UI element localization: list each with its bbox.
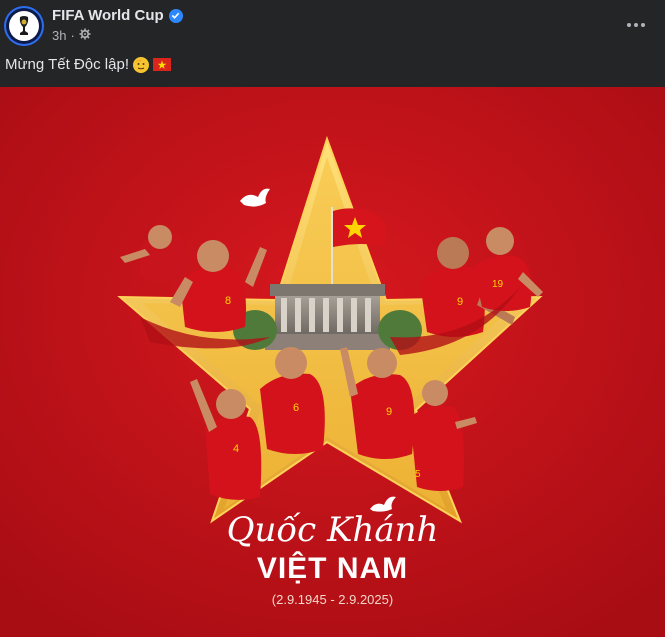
author-name[interactable]: FIFA World Cup xyxy=(52,7,164,24)
svg-text:9: 9 xyxy=(386,406,392,418)
post-time[interactable]: 3h xyxy=(52,28,66,43)
caption-text: Mừng Tết Độc lập! xyxy=(5,56,129,73)
svg-text:9: 9 xyxy=(457,296,463,308)
more-dots-icon xyxy=(627,23,645,27)
post-caption: Mừng Tết Độc lập! xyxy=(5,56,171,73)
author-row: FIFA World Cup xyxy=(52,7,183,24)
verified-badge-icon xyxy=(168,8,183,23)
svg-text:19: 19 xyxy=(492,279,504,290)
svg-text:4: 4 xyxy=(233,443,239,455)
meta-separator: · xyxy=(70,28,75,43)
post-image[interactable]: 8 9 19 6 4 9 5 Quốc Khánh VIỆT NAM (2.9.… xyxy=(0,87,665,637)
svg-text:6: 6 xyxy=(293,402,299,414)
post-meta: 3h · xyxy=(52,28,91,43)
script-title: Quốc Khánh xyxy=(226,510,439,550)
jersey-number-8: 8 xyxy=(225,295,231,307)
vietnam-flag-emoji-icon xyxy=(152,58,171,71)
more-options-button[interactable] xyxy=(621,10,651,40)
svg-text:5: 5 xyxy=(415,469,421,480)
date-range: (2.9.1945 - 2.9.2025) xyxy=(271,592,394,607)
main-title: VIỆT NAM xyxy=(256,552,409,585)
saluting-face-emoji-icon xyxy=(132,56,149,73)
author-avatar[interactable] xyxy=(4,6,44,46)
fifa-trophy-icon xyxy=(9,11,39,41)
post-header: FIFA World Cup 3h · xyxy=(0,0,665,50)
privacy-gear-icon[interactable] xyxy=(79,28,91,43)
